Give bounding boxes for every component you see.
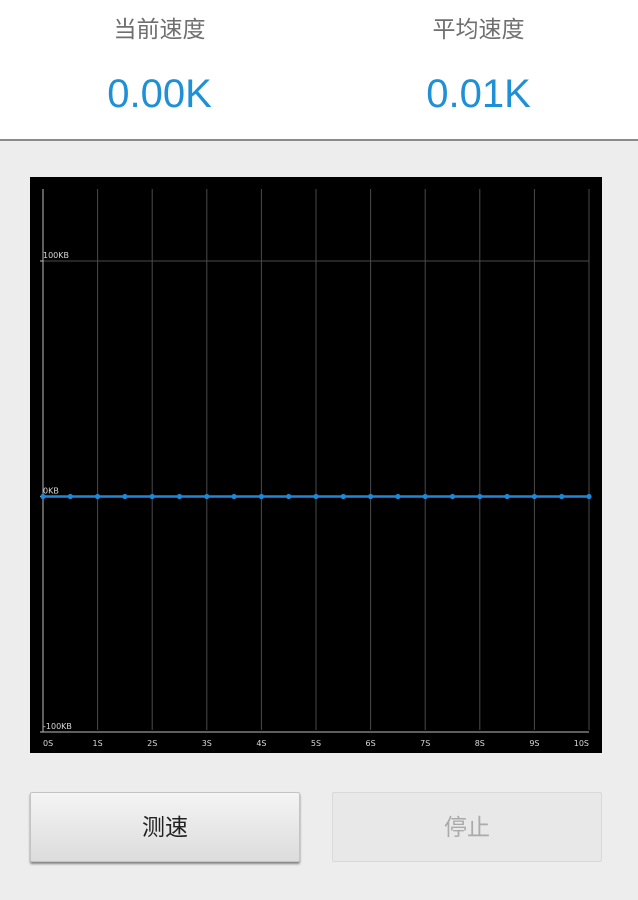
stop-button[interactable]: 停止 [332, 792, 602, 862]
speed-chart-svg: 0S 1S 2S 3S 4S 5S 6S 7S 8S 9S 10S 100KB 0KB -100KB [40, 189, 592, 748]
speed-data-point [231, 493, 237, 500]
speed-data-point [122, 493, 128, 500]
x-tick-label: 8S [475, 739, 485, 748]
speed-data-point [149, 493, 155, 500]
y-tick-label: -100KB [43, 722, 72, 731]
average-speed-value: 0.01K [426, 72, 531, 116]
x-tick-label: 5S [311, 739, 321, 748]
x-tick-label: 6S [366, 739, 376, 748]
speed-data-point [67, 493, 73, 500]
speed-data-point [95, 493, 101, 500]
x-tick-label: 4S [256, 739, 266, 748]
y-tick-label: 100KB [43, 251, 69, 260]
current-speed-value: 0.00K [107, 72, 212, 116]
x-tick-label: 7S [420, 739, 430, 748]
speed-data-point [313, 493, 319, 500]
speed-data-point [40, 493, 46, 500]
current-speed-label: 当前速度 [113, 17, 206, 43]
x-tick-label: 3S [202, 739, 212, 748]
y-tick-label: 0KB [43, 487, 59, 496]
speed-data-point [340, 493, 346, 500]
speed-data-point [531, 493, 537, 500]
speed-data-point [559, 493, 565, 500]
speed-data-point [204, 493, 210, 500]
speed-data-point [422, 493, 428, 500]
x-tick-label: 9S [529, 739, 539, 748]
start-test-button[interactable]: 测速 [30, 792, 300, 862]
speed-data-point [504, 493, 510, 500]
speed-data-point [586, 493, 592, 500]
speed-data-point [477, 493, 483, 500]
speed-data-point [286, 493, 292, 500]
x-tick-label: 2S [147, 739, 157, 748]
speed-chart: 0S 1S 2S 3S 4S 5S 6S 7S 8S 9S 10S 100KB 0KB -100KB [30, 177, 602, 753]
speed-data-point [395, 493, 401, 500]
speed-data-point [368, 493, 374, 500]
average-speed-label: 平均速度 [432, 17, 525, 43]
speed-data-point [449, 493, 456, 500]
speed-data-point [176, 493, 183, 500]
x-tick-label: 1S [93, 739, 103, 748]
x-tick-label: 0S [43, 739, 53, 748]
x-tick-label: 10S [574, 739, 589, 748]
speed-data-point [258, 493, 264, 500]
speed-header: 当前速度 0.00K 平均速度 0.01K [0, 0, 638, 141]
